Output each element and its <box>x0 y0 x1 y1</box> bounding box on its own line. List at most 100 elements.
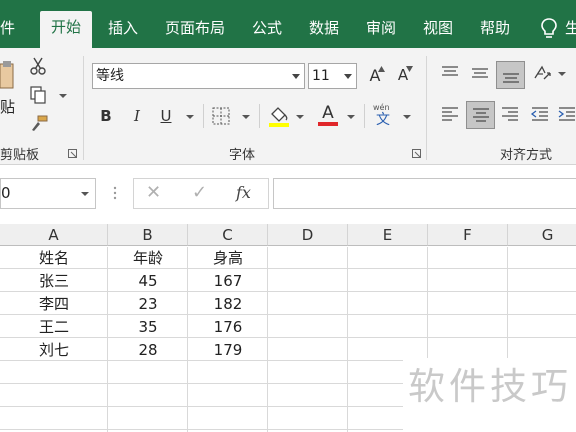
font-name-value: 等线 <box>96 68 124 84</box>
paste-icon[interactable] <box>0 58 16 92</box>
bottom-align-button[interactable] <box>496 61 525 89</box>
cell-a1[interactable]: 姓名 <box>0 247 108 269</box>
cell-b4[interactable]: 35 <box>108 316 188 338</box>
font-divider <box>259 104 260 128</box>
fill-color-icon[interactable] <box>268 104 290 128</box>
tab-insert[interactable]: 插入 <box>108 12 138 48</box>
lightbulb-icon[interactable] <box>540 17 558 41</box>
column-header-c[interactable]: C <box>188 224 268 246</box>
bold-button[interactable]: B <box>96 106 116 126</box>
font-color-swatch <box>318 122 338 126</box>
align-right-icon[interactable] <box>500 105 520 123</box>
tab-data[interactable]: 数据 <box>309 12 339 48</box>
ribbon-separator <box>83 56 84 160</box>
column-header-d[interactable]: D <box>268 224 348 246</box>
cell-a4[interactable]: 王二 <box>0 316 108 338</box>
ribbon-home: 贴 剪贴板 等线 11 A A B I U A wén 文 字体 对齐方式 <box>0 48 576 165</box>
alignment-group-label: 对齐方式 <box>500 148 553 163</box>
cell-b5[interactable]: 28 <box>108 339 188 361</box>
tab-review[interactable]: 审阅 <box>366 12 396 48</box>
fill-color-dropdown-icon[interactable] <box>296 115 304 119</box>
cell-c5[interactable]: 179 <box>188 339 268 361</box>
font-color-glyph: A <box>322 103 334 123</box>
borders-dropdown-icon[interactable] <box>242 115 250 119</box>
phonetic-dropdown-icon[interactable] <box>403 115 411 119</box>
tab-file[interactable]: 件 <box>0 12 15 48</box>
phonetic-guide-button[interactable]: wén 文 <box>371 103 397 129</box>
bottom-align-icon <box>503 73 519 83</box>
cell-b2[interactable]: 45 <box>108 270 188 292</box>
tell-me-search-partial[interactable]: 生 <box>565 12 576 44</box>
insert-function-button[interactable]: fx <box>236 183 251 202</box>
align-center-icon <box>473 108 489 122</box>
cell-c1[interactable]: 身高 <box>188 247 268 269</box>
name-box-value: 0 <box>1 184 11 202</box>
cell-a2[interactable]: 张三 <box>0 270 108 292</box>
orientation-dropdown-icon[interactable] <box>558 72 566 76</box>
align-center-button[interactable] <box>466 101 495 129</box>
font-size-dropdown-icon[interactable] <box>344 74 352 79</box>
underline-dropdown-icon[interactable] <box>186 115 194 119</box>
formula-bar-grip-icon[interactable] <box>112 185 118 201</box>
column-header-f[interactable]: F <box>428 224 508 246</box>
formula-buttons: ✕ ✓ fx <box>133 178 269 209</box>
tab-view[interactable]: 视图 <box>423 12 453 48</box>
font-size-value: 11 <box>312 68 330 84</box>
cell-c4[interactable]: 176 <box>188 316 268 338</box>
align-left-icon[interactable] <box>440 105 460 123</box>
tab-home[interactable]: 开始 <box>40 11 93 48</box>
paste-label[interactable]: 贴 <box>0 96 15 117</box>
font-color-dropdown-icon[interactable] <box>347 115 355 119</box>
cell-a3[interactable]: 李四 <box>0 293 108 315</box>
clipboard-launcher-icon[interactable] <box>68 149 77 158</box>
copy-icon[interactable] <box>29 86 47 104</box>
increase-indent-icon[interactable] <box>557 105 576 123</box>
column-header-e[interactable]: E <box>348 224 428 246</box>
enter-button[interactable]: ✓ <box>192 182 207 203</box>
column-header-b[interactable]: B <box>108 224 188 246</box>
ribbon-separator <box>426 56 427 160</box>
cell-b3[interactable]: 23 <box>108 293 188 315</box>
middle-align-icon[interactable] <box>470 64 490 82</box>
font-name-combobox[interactable]: 等线 <box>92 63 305 89</box>
cancel-button[interactable]: ✕ <box>146 182 161 203</box>
ribbon-tab-bar: 件 开始 插入 页面布局 公式 数据 审阅 视图 帮助 生 <box>0 0 576 48</box>
font-launcher-icon[interactable] <box>412 149 421 158</box>
increase-font-size-button[interactable]: A <box>365 66 385 86</box>
font-color-button[interactable]: A <box>317 103 339 127</box>
font-divider <box>364 104 365 128</box>
borders-icon[interactable] <box>212 107 231 125</box>
cell-a5[interactable]: 刘七 <box>0 339 108 361</box>
tab-formulas[interactable]: 公式 <box>252 12 282 48</box>
caret-down-icon <box>406 66 413 72</box>
tab-page-layout[interactable]: 页面布局 <box>165 12 225 48</box>
cell-c3[interactable]: 182 <box>188 293 268 315</box>
decrease-font-size-button[interactable]: A <box>393 66 413 86</box>
phonetic-char: 文 <box>376 112 390 128</box>
watermark-text: 软件技巧 <box>408 365 572 408</box>
top-align-icon[interactable] <box>440 64 460 82</box>
underline-button[interactable]: U <box>156 106 176 126</box>
tab-help[interactable]: 帮助 <box>480 12 510 48</box>
font-group-label: 字体 <box>229 148 256 163</box>
cut-icon[interactable] <box>29 57 47 75</box>
cell-b1[interactable]: 年龄 <box>108 247 188 269</box>
cell-c2[interactable]: 167 <box>188 270 268 292</box>
gridline <box>347 247 348 432</box>
formula-input[interactable] <box>273 178 576 209</box>
phonetic-pinyin: wén <box>373 103 390 112</box>
decrease-indent-icon[interactable] <box>530 105 550 123</box>
column-header-a[interactable]: A <box>0 224 108 246</box>
copy-dropdown-icon[interactable] <box>59 94 67 98</box>
format-painter-icon[interactable] <box>29 114 49 132</box>
orientation-icon[interactable] <box>532 63 552 83</box>
name-box-dropdown-icon[interactable] <box>81 192 89 196</box>
clipboard-group-label: 剪贴板 <box>0 148 40 163</box>
font-name-dropdown-icon[interactable] <box>292 74 300 79</box>
name-box[interactable]: 0 <box>0 178 96 209</box>
column-header-g[interactable]: G <box>508 224 576 246</box>
fill-color-swatch <box>269 123 289 127</box>
excel-window: 件 开始 插入 页面布局 公式 数据 审阅 视图 帮助 生 贴 剪贴板 等线 1… <box>0 0 576 432</box>
italic-button[interactable]: I <box>127 106 147 126</box>
font-size-combobox[interactable]: 11 <box>308 63 357 89</box>
